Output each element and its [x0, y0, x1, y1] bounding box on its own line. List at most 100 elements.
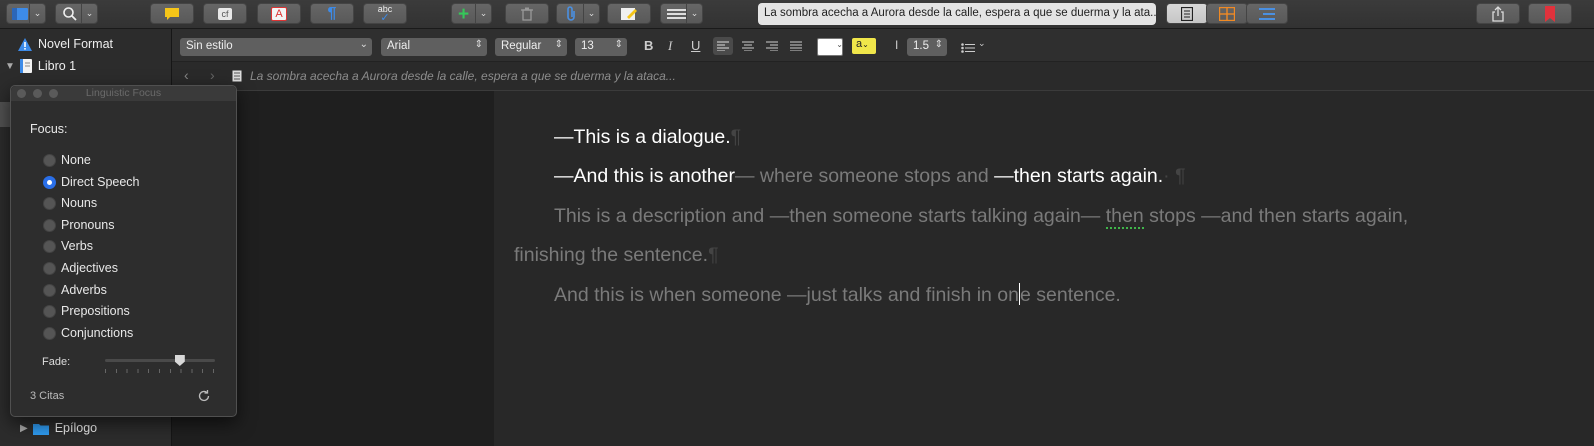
radio-button[interactable]: [43, 239, 56, 253]
radio-button[interactable]: [43, 196, 56, 210]
italic-button[interactable]: I: [668, 38, 672, 54]
focus-option-label: Verbs: [61, 239, 93, 253]
view-document-button[interactable]: [1166, 3, 1208, 24]
editor-paragraph-3-line-2[interactable]: finishing the sentence.¶: [514, 243, 719, 267]
radio-button[interactable]: [43, 175, 56, 189]
editor-paragraph-4[interactable]: And this is when someone —just talks and…: [554, 283, 1121, 307]
comment-button[interactable]: [150, 3, 194, 24]
view-mode-button[interactable]: ⌄: [6, 3, 46, 24]
layout-button[interactable]: ⌄: [660, 3, 703, 24]
search-button[interactable]: ⌄: [55, 3, 98, 24]
radio-button[interactable]: [43, 218, 56, 232]
chevron-down-icon: ⌄: [359, 39, 368, 50]
view-corkboard-button[interactable]: [1206, 3, 1248, 24]
align-left-icon: [717, 41, 729, 51]
panel-title-bar[interactable]: Linguistic Focus: [11, 86, 236, 101]
document-title-field[interactable]: La sombra acecha a Aurora desde la calle…: [758, 3, 1156, 25]
radio-button[interactable]: [43, 304, 56, 318]
annotation-icon: A: [271, 6, 287, 21]
comment-icon: [165, 7, 179, 20]
share-button[interactable]: [1476, 3, 1520, 24]
editor-paragraph-1[interactable]: —This is a dialogue.¶: [554, 125, 741, 149]
align-justify-icon[interactable]: [790, 41, 802, 51]
minimize-window-icon[interactable]: [33, 89, 42, 98]
focus-option-nouns[interactable]: Nouns: [43, 193, 97, 213]
focus-option-prepositions[interactable]: Prepositions: [43, 301, 130, 321]
editor-paragraph-3[interactable]: This is a description and —then someone …: [554, 204, 1408, 229]
back-arrow-icon[interactable]: ‹: [184, 67, 189, 83]
binder-item-label: Novel Format: [38, 37, 114, 51]
paragraph-button[interactable]: ¶: [310, 3, 354, 24]
focus-option-none[interactable]: None: [43, 150, 91, 170]
refresh-icon[interactable]: [197, 389, 211, 403]
text-color-swatch[interactable]: ⌄: [817, 38, 843, 56]
chevron-down-icon: ⌄: [81, 4, 97, 23]
bookmark-button[interactable]: [1528, 3, 1572, 24]
direct-speech-text: —And this is another: [554, 165, 736, 187]
fade-slider[interactable]: [105, 355, 215, 373]
highlight-color-button[interactable]: a⌄: [852, 38, 876, 54]
layout-lines-icon: [667, 9, 687, 19]
close-window-icon[interactable]: [17, 89, 26, 98]
grammar-flagged-word[interactable]: then: [1105, 205, 1144, 229]
snapshot-button[interactable]: cf: [203, 3, 247, 24]
binder-item-epilogo[interactable]: ▶ Epílogo: [20, 417, 97, 439]
zoom-window-icon[interactable]: [49, 89, 58, 98]
line-spacing-select[interactable]: 1.5 ⇕: [907, 38, 947, 56]
narration-text: finishing the sentence.: [514, 244, 709, 266]
search-icon: [63, 7, 77, 21]
focus-option-verbs[interactable]: Verbs: [43, 236, 93, 256]
trash-button[interactable]: [505, 3, 549, 24]
snapshot-icon: cf: [218, 7, 232, 20]
focus-option-adjectives[interactable]: Adjectives: [43, 258, 118, 278]
focus-option-pronouns[interactable]: Pronouns: [43, 215, 115, 235]
editor-header-bar: ‹ › La sombra acecha a Aurora desde la c…: [172, 62, 1594, 91]
align-right-icon[interactable]: [766, 41, 778, 51]
corkboard-icon: [1219, 6, 1235, 21]
fade-label: Fade:: [42, 356, 71, 368]
outline-icon: [1259, 7, 1275, 20]
narration-text: And this is when someone —just talks and…: [554, 284, 1020, 306]
linguistic-focus-panel: Linguistic Focus Focus: None Direct Speec…: [10, 85, 237, 417]
document-icon: [232, 70, 242, 82]
stepper-arrows-icon: ⇕: [474, 39, 483, 50]
font-weight-select[interactable]: Regular ⇕: [495, 38, 567, 56]
focus-option-conjunctions[interactable]: Conjunctions: [43, 323, 133, 343]
list-icon: [961, 43, 975, 53]
focus-option-adverbs[interactable]: Adverbs: [43, 280, 107, 300]
radio-button[interactable]: [43, 326, 56, 340]
focus-option-direct-speech[interactable]: Direct Speech: [43, 172, 140, 192]
underline-button[interactable]: U: [691, 38, 700, 53]
bold-button[interactable]: B: [644, 38, 653, 53]
align-left-button[interactable]: [713, 37, 733, 55]
view-outline-button[interactable]: [1246, 3, 1288, 24]
annotation-button[interactable]: A: [257, 3, 301, 24]
direct-speech-text: —then starts again.: [994, 165, 1164, 187]
list-style-button[interactable]: ⌄: [961, 38, 986, 58]
binder-item-novel-format[interactable]: Novel Format: [18, 33, 113, 55]
editor-area[interactable]: —This is a dialogue.¶ —And this is anoth…: [172, 91, 1594, 446]
pilcrow-mark: · ¶: [1163, 165, 1186, 187]
attach-button[interactable]: ⌄: [556, 3, 600, 24]
font-size-select[interactable]: 13 ⇕: [575, 38, 627, 56]
radio-button[interactable]: [43, 153, 56, 167]
fade-slider-thumb[interactable]: [174, 355, 185, 366]
pilcrow-mark: ¶: [730, 126, 742, 148]
spelling-button[interactable]: abc ✓: [363, 3, 407, 24]
folder-icon: [32, 423, 49, 435]
align-center-icon[interactable]: [742, 41, 754, 51]
paragraph-style-select[interactable]: Sin estilo ⌄: [180, 38, 372, 56]
radio-button[interactable]: [43, 261, 56, 275]
binder-item-libro-1[interactable]: ▼ Libro 1: [5, 55, 76, 77]
chevron-down-icon: ⌄: [978, 38, 986, 48]
plus-icon: +: [458, 4, 470, 25]
disclosure-down-icon: ▼: [5, 60, 15, 72]
citation-count: 3 Citas: [30, 390, 65, 402]
font-family-select[interactable]: Arial ⇕: [381, 38, 487, 56]
add-button[interactable]: + ⌄: [451, 3, 492, 25]
editor-paragraph-2[interactable]: —And this is another— where someone stop…: [554, 164, 1186, 188]
compose-button[interactable]: [607, 3, 651, 24]
forward-arrow-icon[interactable]: ›: [210, 67, 215, 83]
pilcrow-mark: ¶: [708, 244, 719, 266]
radio-button[interactable]: [43, 283, 56, 297]
